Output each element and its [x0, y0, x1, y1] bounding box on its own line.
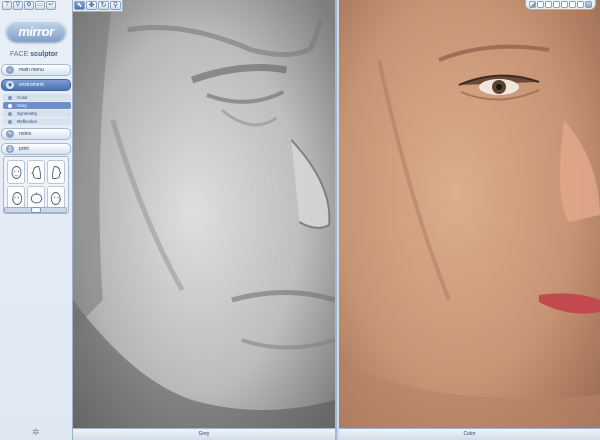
face-front-icon [11, 165, 21, 179]
subtitle-prefix: FACE [10, 51, 29, 58]
submenu-item-color[interactable]: Color [3, 94, 71, 101]
palette-swatch[interactable] [561, 1, 568, 8]
menu-item-print[interactable]: ⎙ print [1, 143, 71, 155]
bullet-icon [8, 119, 12, 124]
subtitle-main: sculptor [30, 51, 58, 58]
move-icon[interactable]: ✥ [86, 1, 97, 10]
face-view-left-profile-button[interactable] [27, 160, 45, 184]
grey-viewport[interactable]: ⬉ ✥ ↻ ⚲ Grey [73, 0, 337, 440]
color-render [339, 0, 600, 428]
menu-item-notes[interactable]: ✎ notes [1, 128, 71, 140]
back-icon[interactable]: ↩ [46, 1, 56, 10]
bullet-icon [8, 111, 12, 116]
help-icon[interactable]: ? [2, 1, 12, 10]
grey-viewport-label: Grey [73, 428, 335, 440]
color-viewport[interactable]: Color [339, 0, 600, 440]
menu-item-label: enviroment [19, 82, 44, 88]
app-logo: mirror [6, 20, 66, 42]
submenu-item-reflection[interactable]: Reflection [3, 118, 71, 125]
face-three-quarter-right-icon [50, 191, 61, 205]
menu-item-enviroment[interactable]: ◉ enviroment [1, 79, 71, 91]
material-palette [525, 0, 596, 10]
window-icon[interactable]: ▭ [35, 1, 45, 10]
printer-icon: ⎙ [6, 145, 14, 153]
submenu-item-label: Symmetry [17, 111, 38, 116]
face-view-grid [3, 156, 69, 214]
face-view-right-profile-button[interactable] [47, 160, 65, 184]
color-viewport-label: Color [339, 428, 600, 440]
sidebar-menu: ⌂ main menu ◉ enviroment Color Grey Symm… [1, 64, 71, 158]
sidebar-top-toolbar: ? ⚲ ⚙ ▭ ↩ [2, 1, 56, 10]
submenu-item-label: Reflection [17, 119, 38, 124]
zoom-icon[interactable]: ⚲ [110, 1, 121, 10]
palette-swatch[interactable] [577, 1, 584, 8]
submenu-item-symmetry[interactable]: Symmetry [3, 110, 71, 117]
settings-gear-icon[interactable]: ✲ [32, 427, 40, 438]
face-top-icon [30, 192, 42, 203]
face-profile-left-icon [30, 165, 41, 179]
globe-icon: ◉ [6, 81, 14, 89]
view-slider[interactable] [4, 207, 67, 213]
app-subtitle: FACE sculptor [10, 51, 58, 58]
palette-swatch[interactable] [585, 1, 592, 8]
menu-item-label: print [19, 146, 29, 152]
face-view-front-button[interactable] [7, 160, 25, 184]
home-icon: ⌂ [6, 66, 14, 74]
menu-item-label: main menu [19, 67, 44, 73]
submenu-item-label: Color [17, 95, 28, 100]
bullet-icon [8, 95, 12, 100]
note-icon: ✎ [6, 130, 14, 138]
bullet-icon [8, 103, 12, 108]
sidebar: ? ⚲ ⚙ ▭ ↩ mirror FACE sculptor ⌂ main me… [0, 0, 73, 440]
submenu-item-label: Grey [17, 103, 27, 108]
menu-item-label: notes [19, 131, 32, 137]
settings-icon[interactable]: ⚙ [24, 1, 34, 10]
cursor-icon[interactable]: ⬉ [74, 1, 85, 10]
search-icon[interactable]: ⚲ [13, 1, 23, 10]
menu-item-main-menu[interactable]: ⌂ main menu [1, 64, 71, 76]
rotate-icon[interactable]: ↻ [98, 1, 109, 10]
face-profile-right-icon [51, 165, 62, 179]
face-three-quarter-left-icon [11, 191, 22, 205]
palette-swatch[interactable] [529, 1, 536, 8]
palette-swatch[interactable] [537, 1, 544, 8]
palette-swatch[interactable] [553, 1, 560, 8]
palette-swatch[interactable] [545, 1, 552, 8]
palette-swatch[interactable] [569, 1, 576, 8]
grey-render [73, 0, 335, 428]
viewport-toolbar: ⬉ ✥ ↻ ⚲ [73, 0, 123, 12]
submenu-item-grey[interactable]: Grey [3, 102, 71, 109]
view-slider-handle[interactable] [31, 207, 41, 213]
